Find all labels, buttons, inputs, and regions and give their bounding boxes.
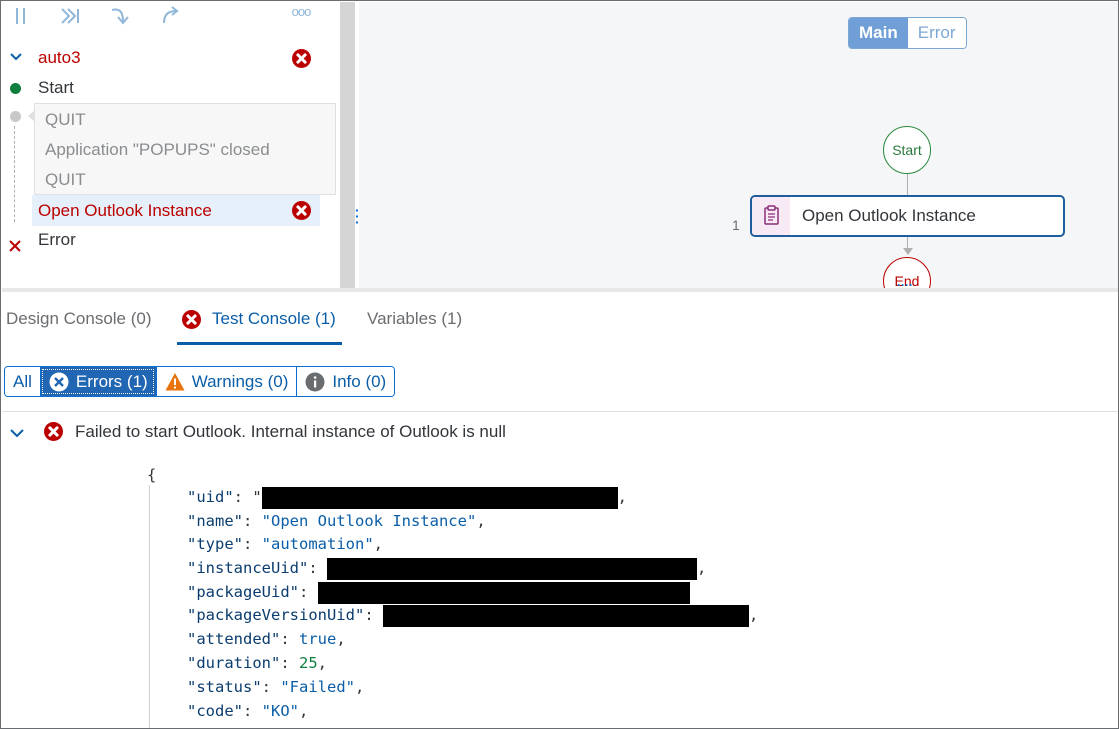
tab-error[interactable]: Error — [907, 18, 966, 48]
panel-divider[interactable] — [2, 288, 1118, 292]
json-line: "name": "Open Outlook Instance", — [187, 512, 486, 530]
flow-connector — [907, 174, 908, 196]
json-line: "type": "automation", — [187, 535, 383, 553]
filter-errors-button[interactable]: Errors (1) — [39, 367, 156, 396]
json-line: "uid": ", — [187, 485, 627, 509]
redacted-value — [317, 581, 690, 604]
json-key: "instanceUid" — [187, 559, 309, 577]
tree-start-label: Start — [38, 78, 74, 97]
filter-all-button[interactable]: All — [5, 367, 40, 396]
json-line: "packageVersionUid": , — [187, 603, 758, 627]
tab-main[interactable]: Main — [849, 18, 908, 48]
error-icon — [44, 422, 63, 441]
tab-variables[interactable]: Variables (1) — [367, 308, 462, 330]
filter-info-label: Info (0) — [332, 372, 387, 391]
chevron-down-icon[interactable] — [9, 425, 25, 446]
error-icon — [182, 310, 201, 329]
tree-item-root[interactable]: auto3 — [3, 43, 323, 73]
json-key: "attended" — [187, 630, 281, 648]
redo-icon[interactable] — [159, 5, 183, 27]
filter-all-label: All — [13, 372, 32, 391]
skip-forward-icon[interactable] — [59, 5, 83, 27]
tree-item-start[interactable]: Start — [3, 73, 323, 103]
json-key: "type" — [187, 535, 243, 553]
tree-connector — [14, 126, 15, 222]
json-line: "code": "KO", — [187, 702, 309, 720]
json-key: "duration" — [187, 654, 281, 672]
json-key: "packageVersionUid" — [187, 606, 365, 624]
activity-label: Open Outlook Instance — [802, 206, 976, 225]
tree-selected-label: Open Outlook Instance — [38, 201, 212, 220]
error-circle-icon — [49, 372, 69, 392]
info-icon — [305, 372, 325, 392]
error-icon — [292, 201, 311, 220]
json-value: 25 — [299, 654, 318, 672]
status-dot-icon — [10, 83, 21, 94]
pause-icon[interactable] — [12, 5, 30, 27]
app-frame: ooo auto3 Start QUIT Application "POPUPS… — [0, 0, 1119, 729]
json-key: "code" — [187, 702, 243, 720]
severity-filter: All Errors (1) Warnings (0) Info (0) — [4, 366, 396, 397]
json-value: "Open Outlook Instance" — [261, 512, 477, 530]
tab-design-console[interactable]: Design Console (0) — [6, 308, 152, 330]
redacted-value — [261, 486, 618, 509]
canvas-view-switch: Main Error — [848, 17, 967, 49]
step-into-icon[interactable] — [109, 5, 133, 27]
json-value: "Failed" — [280, 678, 355, 696]
json-value: true — [299, 630, 337, 648]
console-message: Failed to start Outlook. Internal instan… — [75, 422, 506, 441]
json-key: "status" — [187, 678, 262, 696]
json-line: "duration": 25, — [187, 654, 328, 672]
warning-icon — [165, 372, 185, 392]
json-key: "name" — [187, 512, 243, 530]
tree-item-selected[interactable]: Open Outlook Instance — [32, 195, 320, 226]
indent-guide — [149, 485, 150, 728]
tab-test-console[interactable]: Test Console (1) — [212, 308, 336, 330]
filter-info-button[interactable]: Info (0) — [296, 367, 395, 396]
json-line: "instanceUid": , — [187, 556, 706, 580]
activity-node[interactable]: Open Outlook Instance — [750, 195, 1065, 237]
json-open-brace: { — [147, 466, 157, 484]
pending-dot-icon — [10, 111, 21, 122]
filter-errors-label: Errors (1) — [75, 372, 148, 391]
clipboard-icon — [752, 197, 790, 235]
json-line: "packageUid": — [187, 580, 690, 604]
close-icon — [8, 233, 22, 263]
flow-arrow-icon — [903, 248, 913, 255]
activity-number: 1 — [732, 217, 740, 233]
filter-warnings-button[interactable]: Warnings (0) — [155, 367, 297, 396]
json-line: "status": "Failed", — [187, 678, 365, 696]
json-value: "automation" — [261, 535, 374, 553]
step-detail-line: Application "POPUPS" closed — [45, 140, 270, 159]
step-details-popover: QUIT Application "POPUPS" closed QUIT — [34, 103, 336, 195]
redacted-value — [382, 604, 749, 627]
divider — [2, 411, 1118, 412]
start-node[interactable]: Start — [883, 126, 931, 174]
tree-error-label: Error — [38, 230, 76, 249]
json-key: "uid" — [187, 488, 234, 506]
json-value: "KO" — [261, 702, 299, 720]
step-detail-line: QUIT — [45, 170, 86, 189]
json-key: "packageUid" — [187, 583, 299, 601]
active-tab-indicator — [177, 342, 342, 345]
flow-canvas[interactable]: Main Error Start 1 Open Outlook Instance… — [359, 2, 1118, 288]
filter-warnings-label: Warnings (0) — [191, 372, 289, 391]
more-options-icon[interactable]: ooo — [288, 2, 314, 24]
error-icon — [292, 49, 311, 68]
debugger-panel: ooo auto3 Start QUIT Application "POPUPS… — [2, 2, 340, 288]
scrollbar[interactable] — [340, 2, 355, 288]
tree-root-label: auto3 — [38, 48, 81, 67]
tree-item-error[interactable]: Error — [3, 225, 323, 255]
step-detail-line: QUIT — [45, 110, 86, 129]
redacted-value — [327, 557, 697, 580]
json-line: "attended": true, — [187, 630, 346, 648]
